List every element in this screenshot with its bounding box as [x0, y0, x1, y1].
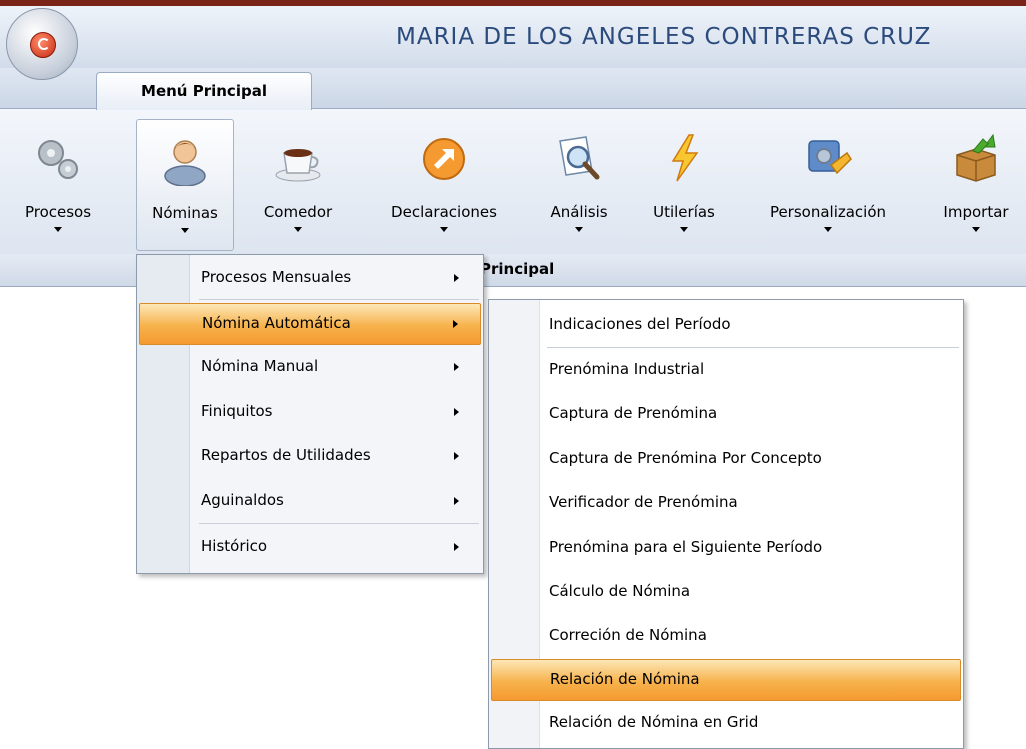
- dropdown-arrow-icon: [181, 228, 189, 233]
- window-title: MARIA DE LOS ANGELES CONTRERAS CRUZ: [396, 24, 932, 50]
- importar-label: Importar: [943, 203, 1009, 221]
- procesos-button[interactable]: Procesos: [10, 119, 106, 249]
- menu-item-label: Prenómina para el Siguiente Período: [549, 538, 823, 556]
- analisis-label: Análisis: [550, 203, 608, 221]
- menu-item-verificador-de-prenomina[interactable]: Verificador de Prenómina: [491, 483, 961, 523]
- orange-arrow-icon: [423, 138, 465, 180]
- menu-item-label: Relación de Nómina: [550, 670, 700, 688]
- menu-item-label: Nómina Automática: [202, 314, 351, 332]
- menu-item-label: Relación de Nómina en Grid: [549, 713, 759, 731]
- dropdown-arrow-icon: [824, 227, 832, 232]
- submenu-arrow-icon: [454, 452, 459, 460]
- declaraciones-label: Declaraciones: [391, 203, 497, 221]
- gears-icon: [38, 140, 78, 179]
- coffee-cup-icon: [275, 149, 321, 182]
- magnifier-document-icon: [559, 136, 600, 180]
- dropdown-arrow-icon: [294, 227, 302, 232]
- menu-item-label: Aguinaldos: [201, 491, 284, 509]
- menu-item-relacion-de-nomina[interactable]: Relación de Nómina: [491, 659, 961, 701]
- menu-item-nomina-automatica[interactable]: Nómina Automática: [139, 303, 481, 345]
- comedor-label: Comedor: [263, 203, 333, 221]
- menu-item-repartos-de-utilidades[interactable]: Repartos de Utilidades: [139, 436, 481, 476]
- menu-item-procesos-mensuales[interactable]: Procesos Mensuales: [139, 258, 481, 298]
- nominas-label: Nóminas: [152, 204, 218, 222]
- menu-item-label: Correción de Nómina: [549, 626, 707, 644]
- menu-item-prenomina-industrial[interactable]: Prenómina Industrial: [491, 350, 961, 390]
- menu-item-nomina-manual[interactable]: Nómina Manual: [139, 347, 481, 387]
- submenu-arrow-icon: [454, 543, 459, 551]
- menu-item-label: Nómina Manual: [201, 357, 319, 375]
- comedor-button[interactable]: Comedor: [250, 119, 346, 249]
- menu-item-label: Cálculo de Nómina: [549, 582, 691, 600]
- menu-item-aguinaldos[interactable]: Aguinaldos: [139, 481, 481, 521]
- menu-separator: [199, 523, 479, 524]
- menu-item-label: Histórico: [201, 537, 268, 555]
- menu-item-label: Verificador de Prenómina: [549, 493, 738, 511]
- menu-item-captura-por-concepto[interactable]: Captura de Prenómina Por Concepto: [491, 439, 961, 479]
- menu-item-label: Prenómina Industrial: [549, 360, 705, 378]
- dropdown-arrow-icon: [680, 227, 688, 232]
- submenu-arrow-icon: [453, 320, 458, 328]
- dropdown-arrow-icon: [440, 227, 448, 232]
- menu-separator: [547, 347, 959, 348]
- menu-item-relacion-de-nomina-en-grid[interactable]: Relación de Nómina en Grid: [491, 703, 961, 743]
- application-menu-button[interactable]: [6, 8, 78, 80]
- menu-item-label: Procesos Mensuales: [201, 268, 352, 286]
- menu-item-indicaciones-del-periodo[interactable]: Indicaciones del Período: [491, 305, 961, 345]
- menu-item-label: Captura de Prenómina Por Concepto: [549, 449, 822, 467]
- importar-button[interactable]: Importar: [928, 119, 1024, 249]
- menu-item-label: Indicaciones del Período: [549, 315, 731, 333]
- personalizacion-label: Personalización: [769, 203, 887, 221]
- dropdown-arrow-icon: [54, 227, 62, 232]
- procesos-label: Procesos: [24, 203, 92, 221]
- title-bar: MARIA DE LOS ANGELES CONTRERAS CRUZ: [0, 6, 1026, 68]
- dropdown-arrow-icon: [575, 227, 583, 232]
- menu-item-captura-de-prenomina[interactable]: Captura de Prenómina: [491, 394, 961, 434]
- dropdown-arrow-icon: [972, 227, 980, 232]
- lightning-icon: [671, 134, 699, 182]
- menu-item-label: Finiquitos: [201, 402, 273, 420]
- analisis-button[interactable]: Análisis: [531, 119, 627, 249]
- declaraciones-button[interactable]: Declaraciones: [384, 119, 504, 249]
- menu-separator: [199, 299, 479, 300]
- utilerias-label: Utilerías: [653, 203, 715, 221]
- personalizacion-button[interactable]: Personalización: [760, 119, 896, 249]
- submenu-arrow-icon: [454, 363, 459, 371]
- nominas-menu: Procesos Mensuales Nómina Automática Nóm…: [136, 254, 484, 574]
- utilerias-button[interactable]: Utilerías: [636, 119, 732, 249]
- menu-item-calculo-de-nomina[interactable]: Cálculo de Nómina: [491, 572, 961, 612]
- menu-item-prenomina-siguiente-periodo[interactable]: Prenómina para el Siguiente Período: [491, 528, 961, 568]
- person-icon: [164, 140, 206, 186]
- settings-tools-icon: [808, 140, 852, 175]
- group-title: Principal: [480, 260, 555, 278]
- submenu-arrow-icon: [454, 274, 459, 282]
- menu-item-label: Repartos de Utilidades: [201, 446, 371, 464]
- app-logo-icon: [30, 32, 56, 58]
- import-box-icon: [956, 133, 996, 182]
- menu-item-historico[interactable]: Histórico: [139, 527, 481, 567]
- nominas-button[interactable]: Nóminas: [136, 119, 234, 251]
- menu-item-label: Captura de Prenómina: [549, 404, 718, 422]
- submenu-arrow-icon: [454, 497, 459, 505]
- nomina-automatica-submenu: Indicaciones del Período Prenómina Indus…: [488, 299, 964, 749]
- tab-menu-principal[interactable]: Menú Principal: [96, 72, 312, 110]
- submenu-arrow-icon: [454, 408, 459, 416]
- menu-item-correcion-de-nomina[interactable]: Correción de Nómina: [491, 616, 961, 656]
- menu-item-finiquitos[interactable]: Finiquitos: [139, 392, 481, 432]
